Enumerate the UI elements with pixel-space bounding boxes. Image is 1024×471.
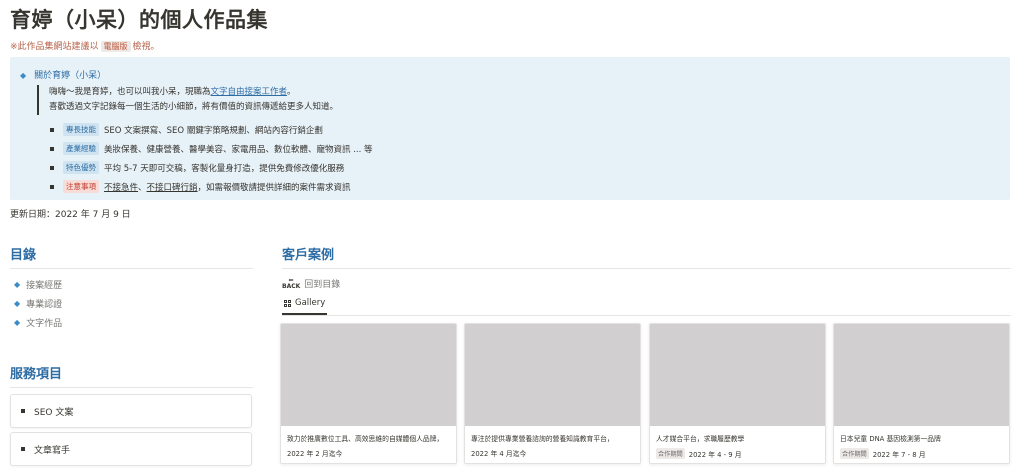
- list-item: 專長技能 SEO 文案撰寫、SEO 關鍵字策略規劃、網站內容行銷企劃: [50, 120, 373, 139]
- advantage-text: 平均 5-7 天即可交稿，客製化量身打造，提供免費修改優化服務: [104, 163, 345, 174]
- card-date-text: 2022 年 2 月迄今: [287, 450, 343, 458]
- notice-text-1: 不接急件: [104, 182, 139, 193]
- diamond-icon: ◆: [14, 318, 21, 327]
- card-thumbnail: [834, 324, 1009, 426]
- service-label: 文章寫手: [34, 445, 71, 456]
- bullet-icon: [50, 127, 54, 132]
- card-title: 專注於提供專業營養諮詢的營養知識教育平台，: [471, 435, 614, 443]
- back-icon-label: BACK: [282, 282, 301, 290]
- card-date-text: 2022 年 4 月迄今: [471, 450, 527, 458]
- card-thumbnail: [281, 324, 456, 426]
- notice-sep: 、: [138, 182, 147, 193]
- note-prefix: ※此作品集網站建議以: [10, 42, 99, 52]
- toc-item-label: 文字作品: [26, 319, 63, 329]
- back-icon: ⇚ BACK: [282, 276, 301, 290]
- freelancer-link[interactable]: 文字自由接案工作者: [211, 87, 288, 97]
- diamond-icon: ◆: [20, 71, 27, 80]
- card-title: 人才媒合平台，求職履歷教學: [656, 435, 745, 443]
- bullet-icon: [50, 146, 54, 151]
- card-date: 合作期間 2022 年 4 - 9 月: [656, 448, 742, 459]
- card-date: 2022 年 2 月迄今: [287, 448, 342, 458]
- service-writer-button[interactable]: 文章寫手: [10, 432, 252, 466]
- toc-heading: 目錄: [10, 248, 37, 263]
- browser-note: ※此作品集網站建議以 電腦版 檢視。: [10, 39, 160, 52]
- notice-tag: 注意事項: [63, 180, 99, 193]
- notice-text-2: 不接口碑行銷: [146, 182, 198, 193]
- page-title: 育婷（小呆）的個人作品集: [10, 8, 268, 32]
- card-thumbnail: [465, 324, 640, 426]
- divider: [282, 268, 1011, 269]
- period-tag: 合作期間: [840, 448, 869, 459]
- bullet-icon: [21, 447, 25, 451]
- card-title: 致力於推廣數位工具、高效思維的自媒體個人品牌，: [287, 435, 444, 443]
- card-title: 日本兒童 DNA 基因檢測第一品牌: [840, 435, 941, 443]
- bullet-icon: [50, 165, 54, 170]
- bullet-icon: [50, 184, 54, 189]
- divider: [282, 315, 1011, 316]
- about-quote: 嗨嗨～我是育婷，也可以叫我小呆，現職為文字自由接案工作者。 喜歡透過文字記錄每一…: [37, 85, 338, 115]
- toc-item-label: 接案經歷: [26, 281, 63, 291]
- card-date: 合作期間 2022 年 7 - 8 月: [840, 448, 926, 459]
- quote-text: 嗨嗨～我是育婷，也可以叫我小呆，現職為: [49, 87, 211, 97]
- skill-text: SEO 文案撰寫、SEO 關鍵字策略規劃、網站內容行銷企劃: [104, 125, 323, 136]
- bullet-icon: [21, 409, 25, 413]
- period-tag: 合作期間: [656, 448, 685, 459]
- updated-date: 更新日期：2022 年 7 月 9 日: [10, 210, 131, 220]
- divider: [10, 268, 253, 269]
- toc-item-works[interactable]: ◆ 文字作品: [14, 313, 62, 332]
- about-list: 專長技能 SEO 文案撰寫、SEO 關鍵字策略規劃、網站內容行銷企劃 產業經驗 …: [50, 120, 373, 196]
- back-to-toc-link[interactable]: ⇚ BACK 回到目錄: [282, 277, 340, 290]
- case-card[interactable]: 專注於提供專業營養諮詢的營養知識教育平台， 2022 年 4 月迄今: [464, 323, 641, 464]
- list-item: 特色優勢 平均 5-7 天即可交稿，客製化量身打造，提供免費修改優化服務: [50, 158, 373, 177]
- about-heading: 關於育婷（小呆）: [34, 71, 107, 81]
- back-label: 回到目錄: [304, 280, 341, 290]
- case-card[interactable]: 日本兒童 DNA 基因檢測第一品牌 合作期間 2022 年 7 - 8 月: [833, 323, 1010, 464]
- toc-item-experience[interactable]: ◆ 接案經歷: [14, 275, 62, 294]
- services-heading: 服務項目: [10, 367, 63, 382]
- cases-heading: 客戶案例: [282, 248, 335, 263]
- divider: [10, 387, 253, 388]
- advantage-tag: 特色優勢: [63, 161, 99, 174]
- list-item: 產業經驗 美妝保養、健康營養、醫學美容、家電用品、數位軟體、寵物資訊 ... 等: [50, 139, 373, 158]
- diamond-icon: ◆: [14, 280, 21, 289]
- service-label: SEO 文案: [34, 407, 74, 418]
- list-item: 注意事項 不接急件、不接口碑行銷 ，如需報價敬請提供詳細的案件需求資訊: [50, 177, 373, 196]
- case-card[interactable]: 人才媒合平台，求職履歷教學 合作期間 2022 年 4 - 9 月: [649, 323, 826, 464]
- about-toggle[interactable]: ◆ 關於育婷（小呆）: [20, 68, 106, 81]
- note-suffix: 檢視。: [132, 42, 160, 52]
- gallery-grid-icon: [284, 299, 291, 307]
- tab-gallery[interactable]: Gallery: [284, 298, 325, 308]
- tab-label: Gallery: [295, 298, 326, 308]
- industry-text: 美妝保養、健康營養、醫學美容、家電用品、數位軟體、寵物資訊 ... 等: [104, 144, 373, 155]
- card-date-text: 2022 年 4 - 9 月: [688, 450, 742, 459]
- quote-line-2: 喜歡透過文字記錄每一個生活的小細節，將有價值的資訊傳遞給更多人知道。: [49, 102, 339, 112]
- toc-list: ◆ 接案經歷 ◆ 專業認證 ◆ 文字作品: [14, 275, 62, 332]
- note-code: 電腦版: [100, 41, 131, 52]
- card-date-text: 2022 年 7 - 8 月: [872, 450, 926, 459]
- toc-item-label: 專業認證: [26, 300, 63, 310]
- card-thumbnail: [650, 324, 825, 426]
- skill-tag: 專長技能: [63, 123, 99, 136]
- about-callout: ◆ 關於育婷（小呆） 嗨嗨～我是育婷，也可以叫我小呆，現職為文字自由接案工作者。 …: [10, 57, 1010, 200]
- notice-text-rest: ，如需報價敬請提供詳細的案件需求資訊: [197, 182, 351, 193]
- case-card[interactable]: 致力於推廣數位工具、高效思維的自媒體個人品牌， 2022 年 2 月迄今: [280, 323, 457, 464]
- quote-line-1: 嗨嗨～我是育婷，也可以叫我小呆，現職為文字自由接案工作者。: [49, 85, 338, 100]
- toc-item-certification[interactable]: ◆ 專業認證: [14, 294, 62, 313]
- diamond-icon: ◆: [14, 299, 21, 308]
- card-date: 2022 年 4 月迄今: [471, 448, 526, 458]
- service-seo-button[interactable]: SEO 文案: [10, 394, 252, 428]
- industry-tag: 產業經驗: [63, 142, 99, 155]
- quote-text-end: 。: [287, 87, 296, 97]
